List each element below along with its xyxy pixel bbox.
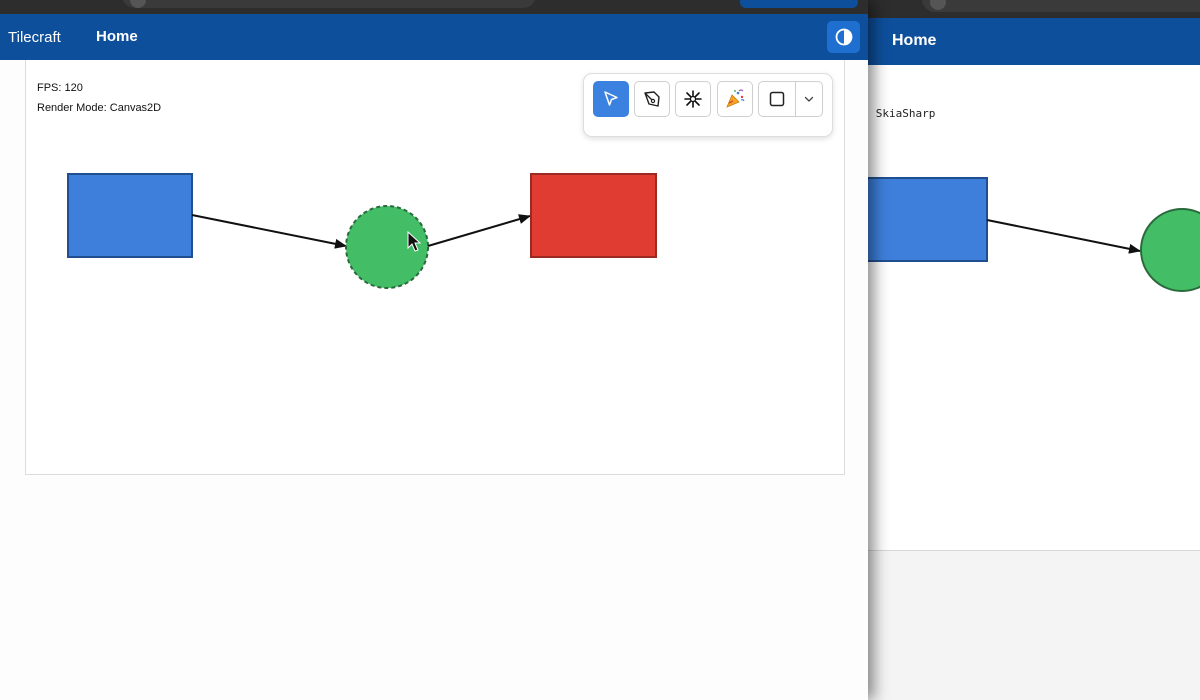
- contrast-icon: [835, 28, 852, 46]
- pen-nib-icon: [644, 91, 660, 107]
- red-rectangle-node[interactable]: [530, 173, 657, 258]
- blue-rectangle-node[interactable]: [67, 173, 193, 258]
- drawing-toolbar: [583, 73, 833, 137]
- browser-action-button[interactable]: [740, 0, 858, 8]
- shape-options-dropdown[interactable]: [795, 81, 823, 117]
- theme-toggle-button[interactable]: [827, 21, 860, 53]
- connector-arrow[interactable]: [191, 214, 347, 249]
- app-header: Home: [860, 18, 1200, 65]
- party-popper-icon: [726, 89, 745, 108]
- cursor-arrow-icon: [604, 91, 618, 106]
- diagram-shapes: [860, 177, 1200, 292]
- rectangle-tool-button[interactable]: [758, 81, 796, 117]
- browser-window: Tilecraft Home FPS: 120 Render Mode: Can…: [0, 0, 868, 700]
- app-header: Tilecraft Home: [0, 14, 868, 60]
- address-bar[interactable]: [122, 0, 536, 8]
- pen-tool-button[interactable]: [634, 81, 670, 117]
- blue-rectangle-node[interactable]: [860, 177, 988, 262]
- nav-home-link[interactable]: Home: [96, 28, 138, 45]
- connector-arrow[interactable]: [986, 219, 1141, 254]
- nav-home-link[interactable]: Home: [892, 32, 936, 50]
- browser-toolbar: [0, 0, 868, 14]
- brand-logo-text[interactable]: Tilecraft: [8, 29, 61, 46]
- connect-tool-button[interactable]: [675, 81, 711, 117]
- browser-toolbar: [860, 0, 1200, 18]
- address-bar[interactable]: [922, 0, 1200, 12]
- connector-arrow[interactable]: [427, 214, 531, 247]
- background-browser-window: Home 20 Mode: SkiaSharp: [860, 0, 1200, 700]
- green-circle-node[interactable]: [1140, 208, 1200, 292]
- star-burst-icon: [684, 90, 702, 108]
- square-icon: [769, 91, 785, 107]
- select-tool-button[interactable]: [593, 81, 629, 117]
- chevron-down-icon: [804, 96, 814, 102]
- party-tool-button[interactable]: [717, 81, 753, 117]
